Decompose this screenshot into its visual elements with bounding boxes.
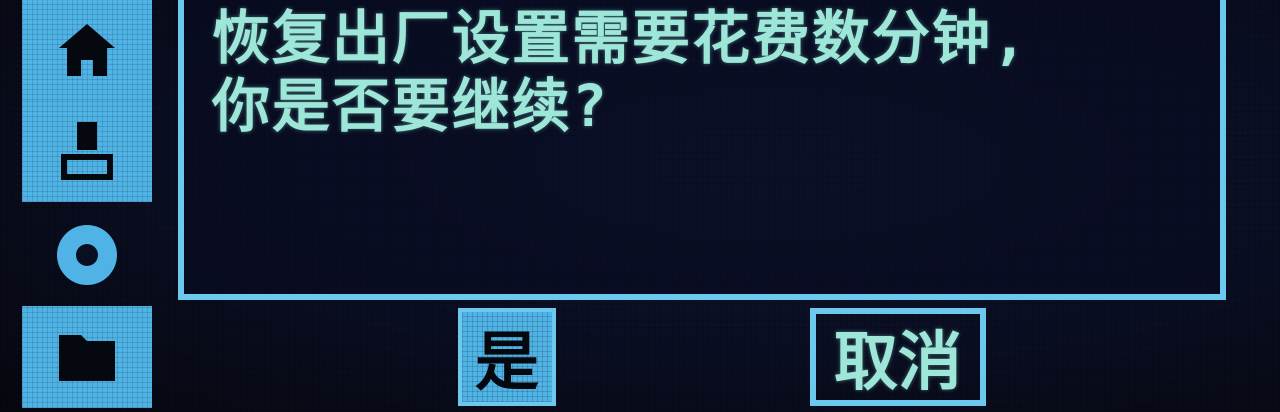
dialog-message-line-2: 你是否要继续? (212, 72, 609, 140)
sidebar-item-profile[interactable] (22, 100, 152, 202)
confirm-button[interactable]: 是 (458, 308, 556, 406)
home-icon (59, 24, 115, 76)
cancel-button[interactable]: 取消 (810, 308, 986, 406)
dialog-message-line-1: 恢复出厂设置需要花费数分钟, (212, 4, 1029, 72)
confirm-dialog: 恢复出厂设置需要花费数分钟, 你是否要继续? (178, 0, 1226, 300)
sidebar-item-home[interactable] (22, 0, 152, 100)
user-icon (61, 122, 113, 180)
sidebar (22, 0, 152, 412)
device-screen: 恢复出厂设置需要花费数分钟, 你是否要继续? 是 取消 (0, 0, 1280, 412)
folder-icon (59, 335, 115, 381)
sidebar-item-settings[interactable] (22, 206, 152, 304)
dialog-message: 恢复出厂设置需要花费数分钟, 你是否要继续? (212, 4, 1212, 140)
gear-icon (57, 225, 117, 285)
sidebar-item-files[interactable] (22, 306, 152, 408)
